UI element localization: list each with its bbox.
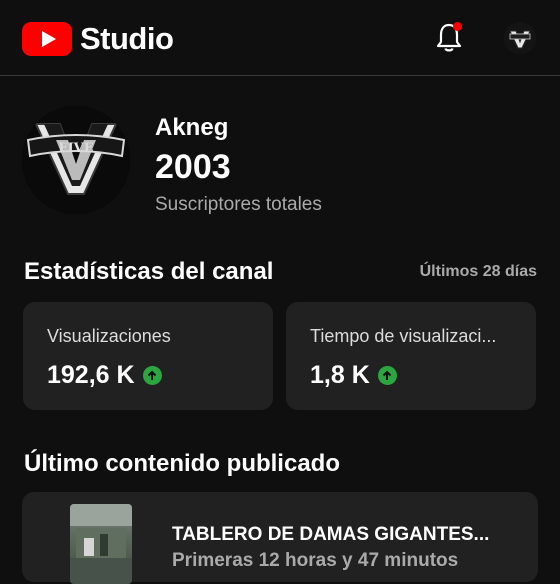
video-title: TABLERO DE DAMAS GIGANTES... (172, 524, 490, 545)
logo-text: Studio (80, 21, 174, 56)
latest-content-title: Último contenido publicado (24, 450, 340, 477)
subscriber-label: Suscriptores totales (155, 194, 322, 215)
notification-dot (453, 22, 462, 31)
date-range: Últimos 28 días (419, 263, 537, 280)
youtube-studio-logo[interactable]: Studio (22, 21, 174, 57)
arrow-up-icon (377, 366, 397, 385)
latest-video-card[interactable]: TABLERO DE DAMAS GIGANTES... Primeras 12… (22, 492, 538, 584)
youtube-icon (22, 22, 72, 56)
arrow-up-icon (142, 366, 162, 385)
gta-v-logo-icon: FIVE (22, 106, 130, 214)
video-thumbnail (70, 504, 132, 584)
watch-time-value: 1,8 K (310, 361, 370, 389)
top-bar: Studio (0, 0, 560, 76)
channel-avatar[interactable]: FIVE (22, 106, 130, 214)
watch-time-card[interactable]: Tiempo de visualizaci... 1,8 K (286, 302, 536, 410)
watch-time-label: Tiempo de visualizaci... (310, 326, 497, 346)
views-value: 192,6 K (47, 361, 135, 389)
channel-analytics-title: Estadísticas del canal (24, 258, 274, 285)
video-subtitle: Primeras 12 horas y 47 minutos (172, 550, 459, 571)
gta-v-logo-icon (504, 22, 536, 54)
subscriber-count: 2003 (155, 148, 231, 186)
account-avatar[interactable] (504, 22, 536, 54)
channel-name: Akneg (155, 114, 229, 141)
notifications-button[interactable] (434, 22, 464, 54)
views-label: Visualizaciones (47, 326, 171, 346)
views-card[interactable]: Visualizaciones 192,6 K (23, 302, 273, 410)
